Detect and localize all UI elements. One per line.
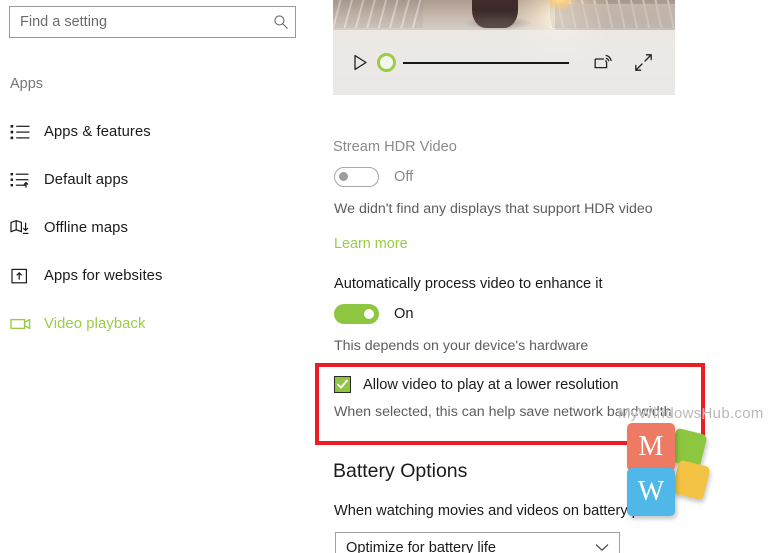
watermark-tile-yellow [671,459,711,501]
toggle-knob [339,172,348,181]
auto-process-toggle-row[interactable]: On [334,304,413,324]
sunset-glow [543,0,577,10]
sidebar-nav: Apps & features Default apps Offline map… [0,108,320,348]
sidebar: Apps Apps & features [0,0,320,553]
export-box-icon [10,264,40,288]
cast-to-device-icon[interactable] [583,54,623,72]
sidebar-item-apps-for-websites[interactable]: Apps for websites [0,252,320,300]
chevron-down-icon[interactable] [595,543,609,552]
video-preview[interactable] [333,0,675,95]
stream-hdr-toggle-row[interactable]: Off [334,167,413,187]
progress-thumb[interactable] [377,53,396,72]
watermark: MyWindowsHub.com M W [618,405,775,530]
sidebar-item-label: Offline maps [44,220,128,236]
search-icon[interactable] [267,14,295,30]
sidebar-item-apps-features[interactable]: Apps & features [0,108,320,156]
auto-process-title: Automatically process video to enhance i… [334,276,603,292]
list-bullet-icon [10,120,40,144]
stream-hdr-title: Stream HDR Video [333,139,457,155]
fullscreen-icon[interactable] [623,53,663,72]
battery-mode-value: Optimize for battery life [346,539,497,553]
stream-hdr-toggle[interactable] [334,167,379,187]
search-box[interactable] [9,6,296,38]
stream-hdr-toggle-state: Off [394,169,414,185]
battery-options-heading: Battery Options [333,460,468,482]
auto-process-description: This depends on your device's hardware [334,338,589,354]
auto-process-toggle[interactable] [334,304,379,324]
play-icon[interactable] [345,54,375,71]
toggle-knob [364,309,374,319]
watermark-text: MyWindowsHub.com [618,405,764,422]
video-progress-slider[interactable] [377,53,577,73]
sidebar-item-label: Default apps [44,172,129,188]
battery-mode-dropdown[interactable]: Optimize for battery life [335,532,620,553]
sidebar-item-label: Apps for websites [44,268,163,284]
battery-description: When watching movies and videos on batte… [334,503,672,519]
map-download-icon [10,216,40,240]
settings-window: Apps Apps & features [0,0,777,553]
progress-track [403,61,569,64]
auto-process-toggle-state: On [394,306,414,322]
stream-hdr-description: We didn't find any displays that support… [334,201,653,217]
watermark-tile-w: W [627,468,675,516]
learn-more-link[interactable]: Learn more [334,236,408,252]
sidebar-item-offline-maps[interactable]: Offline maps [0,204,320,252]
list-arrow-icon [10,168,40,192]
sidebar-item-default-apps[interactable]: Default apps [0,156,320,204]
search-input[interactable] [10,14,267,30]
video-controls-bar [333,30,675,95]
sidebar-item-label: Video playback [44,316,146,332]
sidebar-item-label: Apps & features [44,124,151,140]
watermark-tile-m: M [627,423,675,471]
video-camera-icon [10,312,40,336]
sidebar-section-label: Apps [10,76,44,92]
pier-rail-left [333,0,423,28]
sidebar-item-video-playback[interactable]: Video playback [0,300,320,348]
ground-shadow [463,16,533,30]
